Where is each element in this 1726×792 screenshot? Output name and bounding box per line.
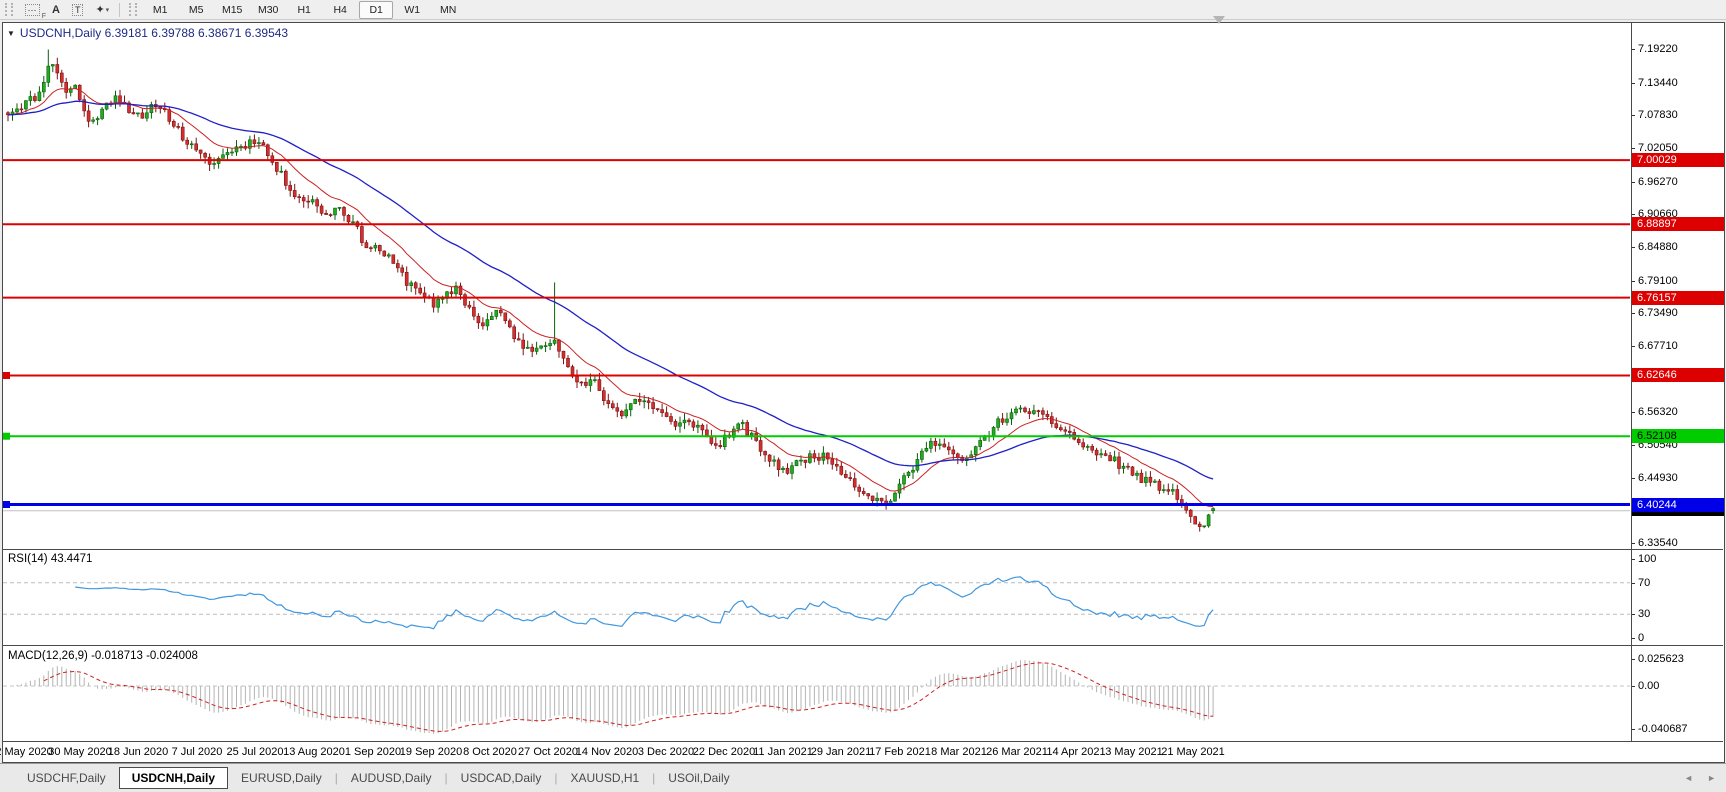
chart-tab-bar: USDCHF,DailyUSDCNH,DailyEURUSD,Daily|AUD…: [0, 763, 1726, 792]
macd-axis-tick: 0.00: [1631, 680, 1659, 692]
macd-histogram: [17, 660, 1213, 734]
date-label: 11 Jan 2021: [753, 746, 813, 758]
macd-axis-tick: 0.025623: [1631, 653, 1684, 665]
date-label: 13 Aug 2020: [283, 746, 345, 758]
rsi-axis-tick: 100: [1631, 553, 1656, 565]
timeframe-grip[interactable]: [129, 3, 137, 16]
timeframe-button-m5[interactable]: M5: [179, 1, 213, 19]
pane-separator-macd-dates: [3, 741, 1723, 742]
timeframe-button-m15[interactable]: M15: [215, 1, 249, 19]
tab-scroll-left-icon[interactable]: ◄: [1684, 773, 1693, 783]
date-label: 25 Jul 2020: [227, 746, 284, 758]
hline-price-label: 6.76157: [1632, 291, 1724, 305]
timeframe-button-d1[interactable]: D1: [359, 1, 393, 19]
timeframe-button-w1[interactable]: W1: [395, 1, 429, 19]
grid-glyph: ⋯: [25, 4, 40, 16]
date-label: 21 May 2021: [1161, 746, 1225, 758]
date-label: 17 Feb 2021: [869, 746, 931, 758]
date-label: 7 Jul 2020: [172, 746, 223, 758]
timeframe-button-m1[interactable]: M1: [143, 1, 177, 19]
rsi-line: [75, 577, 1213, 629]
hline-price-label: 6.62646: [1632, 368, 1724, 382]
macd-axis-tick: -0.040687: [1631, 723, 1688, 735]
chart-tab-audusd[interactable]: AUDUSD,Daily: [338, 768, 445, 788]
timeframe-button-mn[interactable]: MN: [431, 1, 465, 19]
price-tick: 6.84880: [1631, 241, 1678, 253]
macd-label: MACD(12,26,9) -0.018713 -0.024008: [8, 650, 198, 662]
rsi-axis-tick: 30: [1631, 608, 1650, 620]
date-label: 29 Jan 2021: [811, 746, 872, 758]
timeframe-button-m30[interactable]: M30: [251, 1, 285, 19]
date-label: 26 Mar 2021: [986, 746, 1048, 758]
hline-handle-left: [3, 501, 10, 508]
tab-scroll-arrows: ◄ ►: [1684, 773, 1716, 783]
chart-tab-usdchf[interactable]: USDCHF,Daily: [14, 768, 119, 788]
date-label: 30 May 2020: [48, 746, 112, 758]
date-axis[interactable]: 12 May 202030 May 202018 Jun 20207 Jul 2…: [3, 742, 1631, 761]
grid-f-glyph: F: [42, 13, 46, 20]
price-tick: 6.79100: [1631, 275, 1678, 287]
rsi-pane-canvas[interactable]: [3, 550, 1630, 645]
text-label-tool-icon[interactable]: T: [66, 1, 90, 19]
date-label: 12 May 2020: [0, 746, 53, 758]
tab-scroll-right-icon[interactable]: ►: [1707, 773, 1716, 783]
chart-dropdown-icon[interactable]: ▼: [7, 29, 15, 38]
toolbar-grip[interactable]: [5, 3, 13, 16]
crosshair-grid-icon[interactable]: ⋯ F: [18, 1, 46, 19]
hline-price-label: 6.52108: [1632, 429, 1724, 443]
rsi-label: RSI(14) 43.4471: [8, 553, 92, 565]
date-label: 3 Dec 2020: [638, 746, 694, 758]
chart-title: ▼ USDCNH,Daily 6.39181 6.39788 6.38671 6…: [7, 26, 288, 40]
date-label: 8 Mar 2021: [931, 746, 987, 758]
font-tool-icon[interactable]: A: [46, 1, 66, 19]
price-tick: 7.19220: [1631, 43, 1678, 55]
mt4-window: { "toolbar": { "icons": [ {"name": "cros…: [0, 0, 1726, 792]
price-tick: 6.44930: [1631, 472, 1678, 484]
toolbar-separator: [119, 3, 120, 17]
hline-price-label: 6.40244: [1632, 498, 1724, 512]
rsi-axis-tick: 0: [1631, 632, 1644, 644]
timeframe-button-h4[interactable]: H4: [323, 1, 357, 19]
price-tick: 6.73490: [1631, 307, 1678, 319]
timeframe-button-group: M1M5M15M30H1H4D1W1MN: [142, 1, 466, 19]
top-toolbar: ⋯ F A T ✦▾ M1M5M15M30H1H4D1W1MN: [0, 0, 1726, 20]
price-tick: 6.56320: [1631, 406, 1678, 418]
hline-handle-left: [3, 433, 10, 440]
date-label: 3 May 2021: [1105, 746, 1162, 758]
macd-signal-line: [44, 663, 1213, 732]
hline-handle-left: [3, 372, 10, 379]
chart-tab-xauusd[interactable]: XAUUSD,H1: [557, 768, 652, 788]
date-label: 14 Apr 2021: [1046, 746, 1105, 758]
hline-price-label: 6.88897: [1632, 217, 1724, 231]
date-label: 8 Oct 2020: [463, 746, 517, 758]
rsi-axis-tick: 70: [1631, 577, 1650, 589]
main-chart-canvas[interactable]: [3, 23, 1630, 549]
date-label: 27 Oct 2020: [518, 746, 578, 758]
slow-ma-line: [8, 101, 1213, 479]
price-tick: 6.67710: [1631, 340, 1678, 352]
pane-separator-main-rsi[interactable]: [3, 549, 1723, 550]
price-axis-border: [1631, 23, 1632, 742]
date-label: 18 Jun 2020: [108, 746, 169, 758]
timeframe-button-h1[interactable]: H1: [287, 1, 321, 19]
date-label: 14 Nov 2020: [576, 746, 638, 758]
price-tick: 6.96270: [1631, 176, 1678, 188]
date-label: 19 Sep 2020: [400, 746, 462, 758]
chart-title-text: USDCNH,Daily 6.39181 6.39788 6.38671 6.3…: [20, 26, 288, 40]
tabs-holder: USDCHF,DailyUSDCNH,DailyEURUSD,Daily|AUD…: [14, 767, 743, 789]
date-label: 22 Dec 2020: [693, 746, 755, 758]
hline-price-label: 7.00029: [1632, 153, 1724, 167]
chart-shift-marker-icon[interactable]: [1213, 16, 1225, 24]
chart-tab-usdcnh[interactable]: USDCNH,Daily: [119, 767, 228, 789]
price-tick: 7.07830: [1631, 109, 1678, 121]
arrows-shapes-tool-icon[interactable]: ✦▾: [89, 1, 115, 19]
chart-tab-eurusd[interactable]: EURUSD,Daily: [228, 768, 335, 788]
price-tick: 6.33540: [1631, 537, 1678, 549]
pane-separator-rsi-macd[interactable]: [3, 645, 1723, 646]
chart-tab-usoil[interactable]: USOil,Daily: [655, 768, 742, 788]
macd-pane-canvas[interactable]: [3, 646, 1630, 741]
price-tick: 7.13440: [1631, 77, 1678, 89]
chart-tab-usdcad[interactable]: USDCAD,Daily: [448, 768, 555, 788]
date-label: 1 Sep 2020: [345, 746, 401, 758]
